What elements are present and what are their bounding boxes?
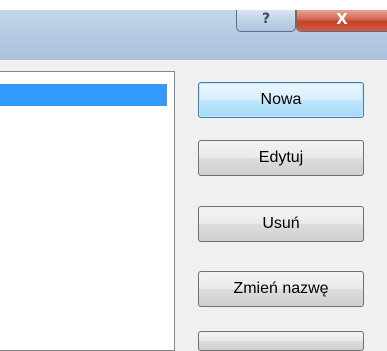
close-icon: X	[336, 10, 348, 28]
delete-button[interactable]: Usuń	[198, 206, 364, 242]
close-button[interactable]: X	[296, 10, 387, 32]
rename-button[interactable]: Zmień nazwę	[198, 271, 364, 307]
new-button[interactable]: Nowa	[198, 82, 364, 118]
top-margin	[0, 0, 387, 10]
item-listbox[interactable]	[0, 71, 175, 351]
list-item-selected[interactable]	[0, 84, 167, 106]
partial-button[interactable]	[198, 331, 364, 351]
help-button[interactable]: ?	[236, 10, 296, 32]
edit-button[interactable]: Edytuj	[198, 140, 364, 176]
help-icon: ?	[261, 11, 271, 27]
title-bar[interactable]: ? X	[0, 10, 387, 60]
